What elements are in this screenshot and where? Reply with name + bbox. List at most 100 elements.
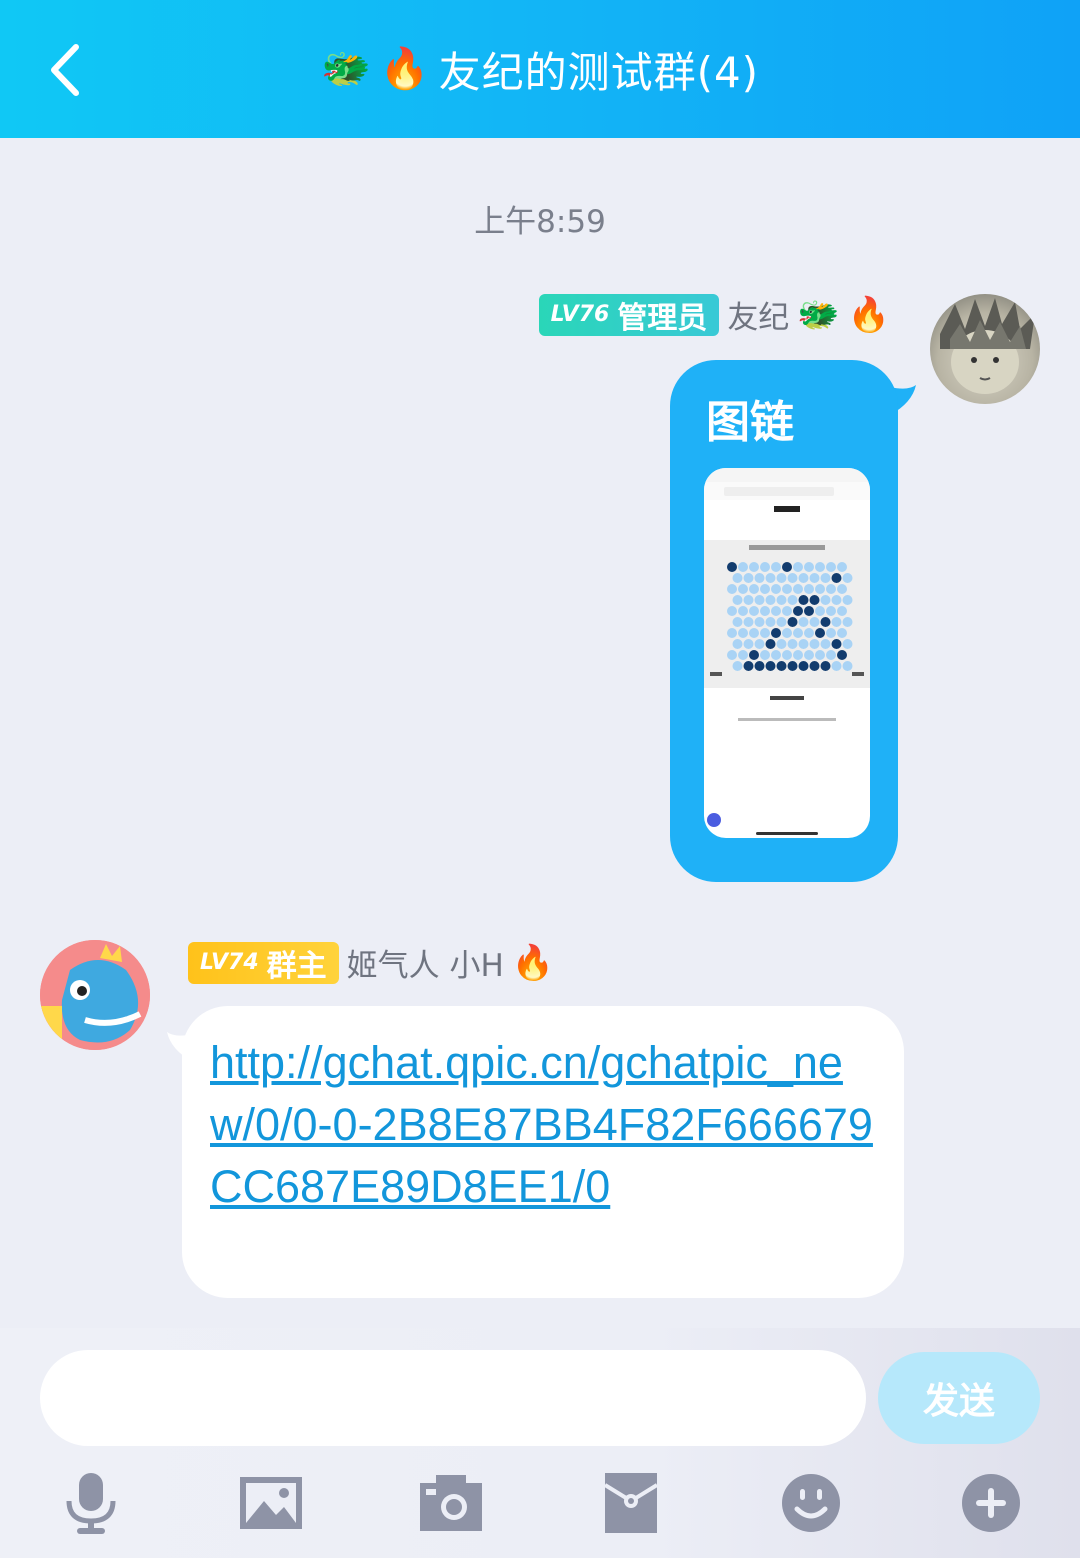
board-cell bbox=[738, 584, 748, 594]
board-cell bbox=[815, 650, 825, 660]
board-cell bbox=[727, 562, 737, 572]
avatar[interactable] bbox=[40, 940, 150, 1050]
board-cell bbox=[771, 562, 781, 572]
board-cell bbox=[765, 661, 776, 671]
board-cell bbox=[771, 650, 781, 660]
board-cell bbox=[749, 584, 759, 594]
message-input[interactable] bbox=[40, 1350, 866, 1446]
board-cell bbox=[760, 628, 770, 638]
board-cell bbox=[776, 595, 787, 605]
message-bubble-right[interactable]: 图链 bbox=[670, 360, 898, 882]
level-label: LV74 bbox=[200, 950, 259, 975]
emoji-icon[interactable] bbox=[776, 1468, 846, 1538]
board-cell bbox=[782, 584, 792, 594]
sender-meta-left: LV74 群主 姬气人 小H 🔥 bbox=[188, 940, 554, 985]
board-cell bbox=[749, 628, 759, 638]
board-cell bbox=[749, 562, 759, 572]
board-cell bbox=[743, 617, 754, 627]
board-cell bbox=[727, 628, 737, 638]
board-cell bbox=[743, 639, 754, 649]
board-cell bbox=[787, 573, 798, 583]
board-cell bbox=[793, 606, 803, 616]
board-cell bbox=[782, 562, 792, 572]
fire-icon: 🔥 bbox=[847, 294, 890, 335]
board-cell bbox=[754, 595, 765, 605]
board-cell bbox=[727, 606, 737, 616]
board-cell bbox=[782, 650, 792, 660]
image-icon[interactable] bbox=[236, 1468, 306, 1538]
board-cell bbox=[787, 661, 798, 671]
back-button[interactable] bbox=[40, 40, 90, 100]
board-cell bbox=[743, 573, 754, 583]
board-cell bbox=[732, 595, 743, 605]
board-cell bbox=[820, 639, 831, 649]
send-button[interactable]: 发送 bbox=[878, 1352, 1040, 1444]
board-cell bbox=[749, 650, 759, 660]
board-cell bbox=[804, 606, 814, 616]
board-cell bbox=[782, 606, 792, 616]
board-cell bbox=[765, 595, 776, 605]
board-cell bbox=[804, 650, 814, 660]
board-cell bbox=[782, 628, 792, 638]
board-cell bbox=[776, 661, 787, 671]
board-cell bbox=[837, 584, 847, 594]
board-cell bbox=[760, 584, 770, 594]
microphone-icon[interactable] bbox=[56, 1468, 126, 1538]
group-title[interactable]: 🐲 🔥 友纪的测试群(4) bbox=[321, 39, 759, 100]
board-cell bbox=[815, 628, 825, 638]
message-link[interactable]: http://gchat.qpic.cn/gchatpic_new/0/0-0-… bbox=[210, 1032, 880, 1218]
board-cell bbox=[826, 562, 836, 572]
camera-icon[interactable] bbox=[416, 1468, 486, 1538]
fire-icon: 🔥 bbox=[379, 46, 431, 92]
board-cell bbox=[815, 606, 825, 616]
board-cell bbox=[793, 650, 803, 660]
board-cell bbox=[798, 639, 809, 649]
sender-name[interactable]: 友纪 bbox=[727, 292, 789, 337]
plus-icon[interactable] bbox=[956, 1468, 1026, 1538]
board-cell bbox=[831, 661, 842, 671]
board-cell bbox=[787, 595, 798, 605]
red-packet-icon[interactable] bbox=[596, 1468, 666, 1538]
board-cell bbox=[815, 562, 825, 572]
board-cell bbox=[837, 628, 847, 638]
board-cell bbox=[760, 606, 770, 616]
board-cell bbox=[738, 650, 748, 660]
board-cell bbox=[798, 661, 809, 671]
dragon-icon: 🐲 bbox=[797, 294, 840, 335]
message-text: 图链 bbox=[706, 397, 794, 448]
chat-header: 🐲 🔥 友纪的测试群(4) bbox=[0, 0, 1080, 138]
avatar[interactable] bbox=[930, 294, 1040, 404]
board-cell bbox=[837, 562, 847, 572]
board-cell bbox=[831, 595, 842, 605]
sender-name[interactable]: 姬气人 小H bbox=[347, 940, 504, 985]
board-cell bbox=[771, 606, 781, 616]
board-cell bbox=[793, 628, 803, 638]
board-cell bbox=[798, 617, 809, 627]
board-cell bbox=[732, 573, 743, 583]
board-cell bbox=[831, 573, 842, 583]
level-label: LV76 bbox=[550, 302, 610, 327]
board-cell bbox=[738, 628, 748, 638]
board-cell bbox=[809, 617, 820, 627]
board-cell bbox=[820, 573, 831, 583]
board-cell bbox=[727, 584, 737, 594]
board-cell bbox=[793, 584, 803, 594]
board-cell bbox=[820, 661, 831, 671]
board-cell bbox=[842, 573, 853, 583]
board-cell bbox=[842, 661, 853, 671]
board-cell bbox=[765, 617, 776, 627]
board-cell bbox=[837, 650, 847, 660]
level-badge-admin: LV76 管理员 bbox=[538, 293, 720, 336]
board-cell bbox=[787, 617, 798, 627]
message-bubble-left[interactable]: http://gchat.qpic.cn/gchatpic_new/0/0-0-… bbox=[182, 1006, 904, 1298]
board-cell bbox=[809, 639, 820, 649]
input-bar: 发送 bbox=[0, 1328, 1080, 1558]
board-cell bbox=[738, 562, 748, 572]
board-cell bbox=[831, 639, 842, 649]
image-thumbnail[interactable] bbox=[704, 468, 870, 838]
level-badge-owner: LV74 群主 bbox=[188, 941, 339, 984]
board-cell bbox=[743, 661, 754, 671]
board-cell bbox=[771, 628, 781, 638]
board-cell bbox=[754, 617, 765, 627]
screenshot-image bbox=[704, 468, 870, 835]
